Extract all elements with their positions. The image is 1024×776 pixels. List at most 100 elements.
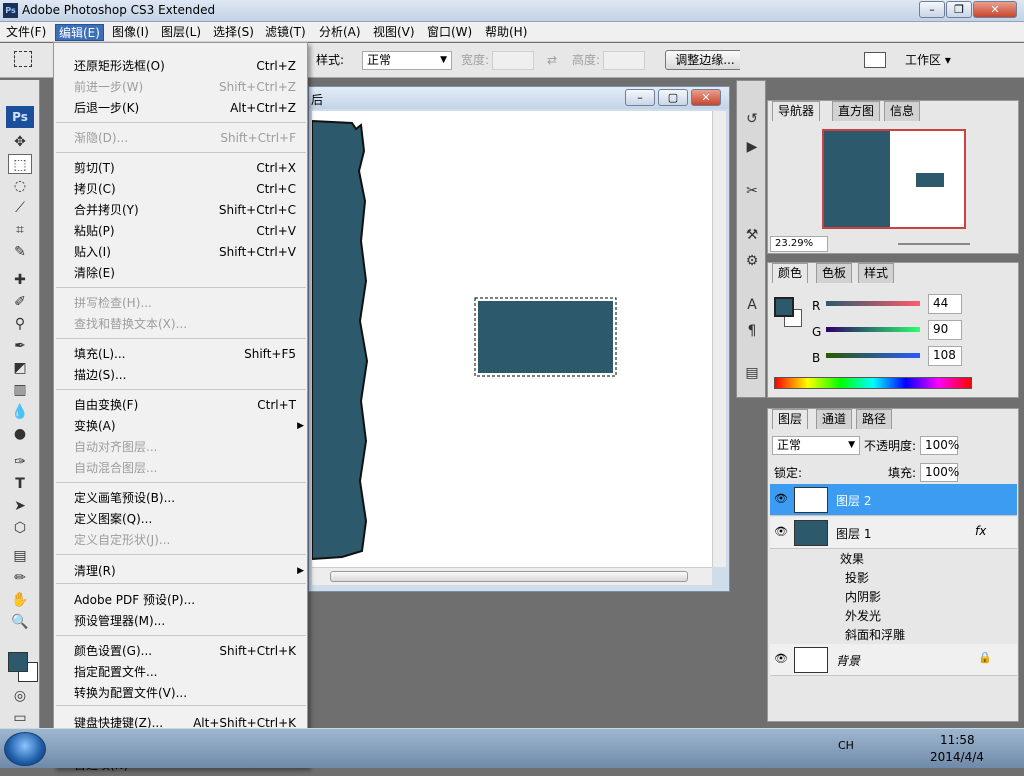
effect-inner-shadow[interactable]: 内阴影 bbox=[845, 588, 881, 605]
tool-presets-icon[interactable]: ✂ bbox=[740, 181, 764, 201]
menu-image[interactable]: 图像(I) bbox=[109, 24, 152, 41]
type-tool-icon[interactable]: T bbox=[8, 474, 32, 494]
menu-item[interactable]: 定义画笔预设(B)... bbox=[74, 488, 296, 509]
effect-outer-glow[interactable]: 外发光 bbox=[845, 607, 881, 624]
tab-swatches[interactable]: 色板 bbox=[816, 263, 853, 283]
visibility-eye-icon[interactable]: 👁 bbox=[774, 652, 788, 665]
language-indicator[interactable]: CH bbox=[838, 739, 854, 752]
clone-source-icon[interactable]: ⚙ bbox=[740, 251, 764, 271]
canvas[interactable] bbox=[312, 111, 712, 567]
scroll-thumb[interactable] bbox=[330, 571, 688, 582]
tab-info[interactable]: 信息 bbox=[884, 101, 921, 121]
horizontal-scrollbar[interactable] bbox=[312, 567, 712, 585]
maximize-icon[interactable]: ❐ bbox=[946, 1, 972, 18]
menu-layer[interactable]: 图层(L) bbox=[158, 24, 204, 41]
layer-row-background[interactable]: 👁 背景 🔒 bbox=[770, 644, 1017, 676]
layer-comps-icon[interactable]: ▤ bbox=[740, 363, 764, 383]
menu-item[interactable]: 定义图案(Q)... bbox=[74, 509, 296, 530]
slice-tool-icon[interactable]: ✎ bbox=[8, 242, 32, 262]
menu-view[interactable]: 视图(V) bbox=[370, 24, 418, 41]
zoom-tool-icon[interactable]: 🔍 bbox=[8, 612, 32, 632]
menu-file[interactable]: 文件(F) bbox=[3, 24, 49, 41]
stamp-tool-icon[interactable]: ⚲ bbox=[8, 314, 32, 334]
b-input[interactable]: 108 bbox=[928, 346, 962, 366]
menu-analysis[interactable]: 分析(A) bbox=[316, 24, 364, 41]
eraser-tool-icon[interactable]: ◩ bbox=[8, 358, 32, 378]
visibility-eye-icon[interactable]: 👁 bbox=[774, 525, 788, 538]
r-slider[interactable] bbox=[826, 301, 920, 306]
menu-item[interactable]: 合并拷贝(Y) Shift+Ctrl+C bbox=[74, 200, 296, 221]
height-input[interactable] bbox=[603, 51, 645, 70]
rect-marquee-tool-icon[interactable]: ⬚ bbox=[8, 154, 32, 174]
notes-tool-icon[interactable]: ▤ bbox=[8, 546, 32, 566]
menu-item[interactable]: 转换为配置文件(V)... bbox=[74, 683, 296, 704]
menu-item[interactable]: 描边(S)... bbox=[74, 365, 296, 386]
effect-drop-shadow[interactable]: 投影 bbox=[845, 569, 869, 586]
menu-help[interactable]: 帮助(H) bbox=[482, 24, 530, 41]
tab-histogram[interactable]: 直方图 bbox=[832, 101, 881, 121]
move-tool-icon[interactable]: ✥ bbox=[8, 132, 32, 152]
menu-item[interactable]: 贴入(I) Shift+Ctrl+V bbox=[74, 242, 296, 263]
brush-tool-icon[interactable]: ✐ bbox=[8, 292, 32, 312]
swap-icon[interactable]: ⇄ bbox=[547, 51, 557, 69]
quick-mask-icon[interactable]: ◎ bbox=[8, 686, 32, 706]
menu-item[interactable]: Adobe PDF 预设(P)... bbox=[74, 590, 296, 611]
start-button[interactable] bbox=[4, 732, 46, 766]
path-select-icon[interactable]: ➤ bbox=[8, 496, 32, 516]
tab-color[interactable]: 颜色 bbox=[772, 263, 809, 283]
magic-wand-tool-icon[interactable]: ⟋ bbox=[8, 198, 32, 218]
shape-tool-icon[interactable]: ⬡ bbox=[8, 518, 32, 538]
foreground-color-swatch[interactable] bbox=[8, 652, 28, 672]
menu-window[interactable]: 窗口(W) bbox=[424, 24, 475, 41]
menu-item[interactable]: 填充(L)... Shift+F5 bbox=[74, 344, 296, 365]
actions-icon[interactable]: ▶ bbox=[740, 137, 764, 157]
menu-edit[interactable]: 编辑(E) bbox=[55, 24, 104, 41]
b-slider[interactable] bbox=[826, 353, 920, 358]
refine-edge-button[interactable]: 调整边缘... bbox=[665, 50, 745, 70]
healing-tool-icon[interactable]: ✚ bbox=[8, 270, 32, 290]
r-input[interactable]: 44 bbox=[928, 294, 962, 314]
paragraph-icon[interactable]: ¶ bbox=[740, 321, 764, 341]
zoom-field[interactable]: 23.29% bbox=[770, 236, 828, 252]
doc-maximize-icon[interactable]: ▢ bbox=[658, 89, 688, 106]
tab-navigator[interactable]: 导航器 bbox=[772, 101, 821, 121]
pen-tool-icon[interactable]: ✑ bbox=[8, 452, 32, 472]
tab-styles[interactable]: 样式 bbox=[858, 263, 895, 283]
navigator-preview[interactable] bbox=[822, 129, 966, 229]
screen-mode-icon[interactable]: ▭ bbox=[8, 708, 32, 728]
menu-select[interactable]: 选择(S) bbox=[210, 24, 257, 41]
doc-minimize-icon[interactable]: – bbox=[625, 89, 655, 106]
menu-filter[interactable]: 滤镜(T) bbox=[262, 24, 309, 41]
menu-item[interactable]: 清除(E) bbox=[74, 263, 296, 284]
eyedropper-tool-icon[interactable]: ✏ bbox=[8, 568, 32, 588]
menu-item[interactable]: 指定配置文件... bbox=[74, 662, 296, 683]
tab-paths[interactable]: 路径 bbox=[856, 409, 893, 429]
menu-item[interactable]: 粘贴(P) Ctrl+V bbox=[74, 221, 296, 242]
hand-tool-icon[interactable]: ✋ bbox=[8, 590, 32, 610]
vertical-scrollbar[interactable] bbox=[712, 111, 726, 567]
bridge-icon[interactable] bbox=[864, 52, 886, 68]
menu-item[interactable]: 后退一步(K) Alt+Ctrl+Z bbox=[74, 98, 296, 119]
crop-tool-icon[interactable]: ⌗ bbox=[8, 220, 32, 240]
color-spectrum[interactable] bbox=[774, 377, 972, 389]
effect-bevel-emboss[interactable]: 斜面和浮雕 bbox=[845, 626, 905, 643]
menu-item[interactable]: 变换(A) ▶ bbox=[74, 416, 304, 437]
layer-row-1[interactable]: 👁 图层 1 fx bbox=[770, 517, 1017, 549]
width-input[interactable] bbox=[492, 51, 534, 70]
zoom-slider[interactable] bbox=[898, 243, 970, 245]
lasso-tool-icon[interactable]: ◌ bbox=[8, 176, 32, 196]
menu-item[interactable]: 还原矩形选框(O) Ctrl+Z bbox=[74, 56, 296, 77]
opacity-input[interactable]: 100% bbox=[920, 436, 959, 455]
fill-input[interactable]: 100% bbox=[920, 463, 959, 482]
g-input[interactable]: 90 bbox=[928, 320, 962, 340]
tab-channels[interactable]: 通道 bbox=[816, 409, 853, 429]
g-slider[interactable] bbox=[826, 327, 920, 332]
history-icon[interactable]: ↺ bbox=[740, 109, 764, 129]
menu-item[interactable]: 颜色设置(G)... Shift+Ctrl+K bbox=[74, 641, 296, 662]
brushes-icon[interactable]: ⚒ bbox=[740, 225, 764, 245]
history-brush-icon[interactable]: ✒ bbox=[8, 336, 32, 356]
minimize-icon[interactable]: – bbox=[919, 1, 945, 18]
tab-layers[interactable]: 图层 bbox=[772, 409, 809, 429]
fg-color-chip[interactable] bbox=[774, 297, 794, 317]
workspace-menu[interactable]: 工作区 ▾ bbox=[905, 51, 951, 69]
